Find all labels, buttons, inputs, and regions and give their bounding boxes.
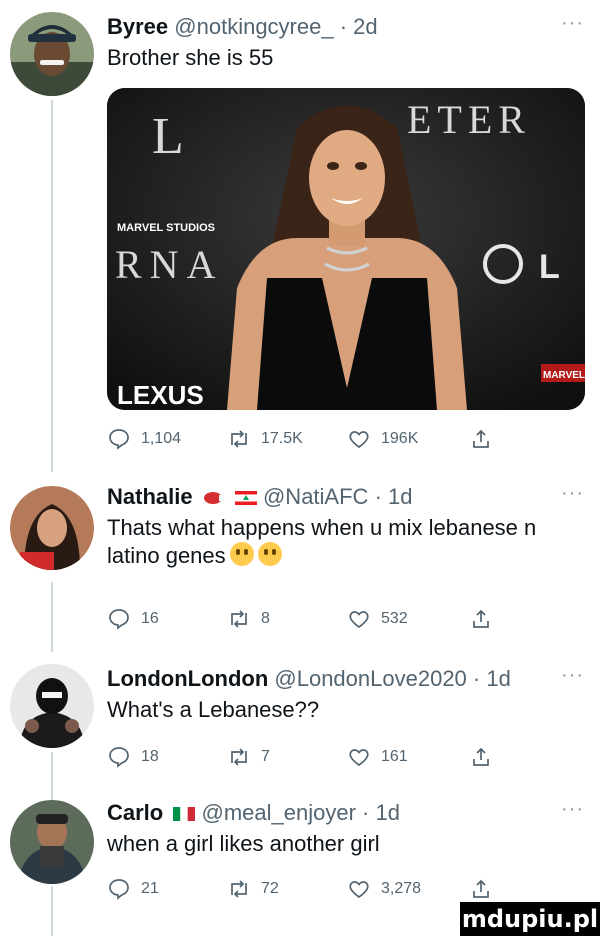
reply-button[interactable]: 21 <box>107 874 159 904</box>
like-count: 161 <box>381 748 408 765</box>
svg-text:L: L <box>539 248 560 286</box>
share-button[interactable] <box>469 742 503 772</box>
more-options-icon[interactable]: ··· <box>561 798 584 821</box>
studio-logo: MARVEL STUDIOS <box>117 222 215 234</box>
more-options-icon[interactable]: ··· <box>561 482 584 505</box>
tweet-text: Thats what happens when u mix lebanese n… <box>107 515 537 568</box>
display-name[interactable]: Nathalie <box>107 484 193 509</box>
timestamp[interactable]: 1d <box>486 666 510 691</box>
tweet-header: Byree @notkingcyree_ · 2d <box>107 14 378 39</box>
retweet-icon <box>231 748 247 766</box>
share-icon <box>473 609 489 628</box>
tweet-actions: 1,104 17.5K 196K <box>107 424 577 454</box>
retweet-button[interactable]: 72 <box>227 874 279 904</box>
timestamp[interactable]: 1d <box>376 800 400 825</box>
display-name[interactable]: Byree <box>107 14 168 39</box>
reply-count: 21 <box>141 880 159 897</box>
tweet-actions: 21 72 3,278 <box>107 874 577 904</box>
retweet-icon <box>231 610 247 628</box>
tweet-text: when a girl likes another girl <box>107 831 380 856</box>
share-icon <box>473 747 489 766</box>
tweet-text: What's a Lebanese?? <box>107 697 320 722</box>
share-icon <box>473 879 489 898</box>
retweet-icon <box>231 430 247 448</box>
tweet-header: Nathalie @NatiAFC · 1d <box>107 484 413 509</box>
tweet-image[interactable]: L ETER RNA MARVEL STUDIOS LEXUS L MARVEL… <box>107 88 585 410</box>
boxing-glove-icon <box>203 492 225 505</box>
weary-face-emoji-icon <box>229 542 254 566</box>
avatar[interactable] <box>10 800 94 884</box>
retweet-count: 72 <box>261 880 279 897</box>
avatar[interactable] <box>10 486 94 570</box>
heart-icon <box>349 431 369 449</box>
like-count: 3,278 <box>381 880 422 897</box>
reply-icon <box>109 747 129 768</box>
thread-line <box>51 886 53 936</box>
share-button[interactable] <box>469 604 503 634</box>
display-name[interactable]: LondonLondon <box>107 666 268 691</box>
reply-count: 1,104 <box>141 430 182 447</box>
retweet-button[interactable]: 17.5K <box>227 424 303 454</box>
heart-icon <box>349 749 369 767</box>
handle[interactable]: @notkingcyree_ <box>174 14 333 39</box>
reply-button[interactable]: 18 <box>107 742 159 772</box>
handle[interactable]: @meal_enjoyer <box>202 800 356 825</box>
like-button[interactable]: 196K <box>347 424 418 454</box>
reply-icon <box>109 429 129 450</box>
heart-icon <box>349 881 369 899</box>
like-count: 196K <box>381 430 419 447</box>
retweet-count: 8 <box>261 610 270 627</box>
lebanon-flag-icon <box>234 491 257 506</box>
reply-button[interactable]: 1,104 <box>107 424 181 454</box>
retweet-count: 7 <box>261 748 270 765</box>
sponsor-logo: LEXUS <box>117 380 204 410</box>
share-button[interactable] <box>469 424 503 454</box>
like-button[interactable]: 3,278 <box>347 874 421 904</box>
retweet-button[interactable]: 7 <box>227 742 270 772</box>
retweet-icon <box>231 880 247 898</box>
thread-line <box>51 100 53 472</box>
watermark: mdupiu.pl <box>460 902 600 936</box>
backdrop-letter-top: L <box>152 108 184 165</box>
svg-text:MARVEL S: MARVEL S <box>543 370 585 381</box>
reply-button[interactable]: 16 <box>107 604 159 634</box>
tweet-actions: 18 7 161 <box>107 742 577 772</box>
more-options-icon[interactable]: ··· <box>561 664 584 687</box>
retweet-count: 17.5K <box>261 430 303 447</box>
like-button[interactable]: 161 <box>347 742 408 772</box>
timestamp[interactable]: 2d <box>353 14 377 39</box>
backdrop-text-left: RNA <box>115 242 223 287</box>
retweet-button[interactable]: 8 <box>227 604 270 634</box>
like-button[interactable]: 532 <box>347 604 408 634</box>
display-name[interactable]: Carlo <box>107 800 163 825</box>
heart-icon <box>349 611 369 629</box>
handle[interactable]: @LondonLove2020 <box>274 666 466 691</box>
weary-face-emoji-icon <box>257 542 282 566</box>
avatar[interactable] <box>10 12 94 96</box>
backdrop-text-right: ETER <box>407 97 531 142</box>
share-button[interactable] <box>469 874 503 904</box>
tweet-actions: 16 8 532 <box>107 604 577 634</box>
reply-icon <box>109 609 129 630</box>
avatar[interactable] <box>10 664 94 748</box>
like-count: 532 <box>381 610 408 627</box>
timestamp[interactable]: 1d <box>388 484 412 509</box>
italy-flag-icon <box>173 807 196 822</box>
tweet-header: LondonLondon @LondonLove2020 · 1d <box>107 666 511 691</box>
reply-icon <box>109 879 129 900</box>
reply-count: 18 <box>141 748 159 765</box>
tweet-text: Brother she is 55 <box>107 45 274 70</box>
thread-line <box>51 582 53 652</box>
handle[interactable]: @NatiAFC <box>263 484 368 509</box>
photo-red-carpet: L ETER RNA MARVEL STUDIOS LEXUS L MARVEL… <box>107 88 585 410</box>
reply-count: 16 <box>141 610 159 627</box>
more-options-icon[interactable]: ··· <box>561 12 584 35</box>
tweet-header: Carlo @meal_enjoyer · 1d <box>107 800 400 825</box>
share-icon <box>473 429 489 448</box>
